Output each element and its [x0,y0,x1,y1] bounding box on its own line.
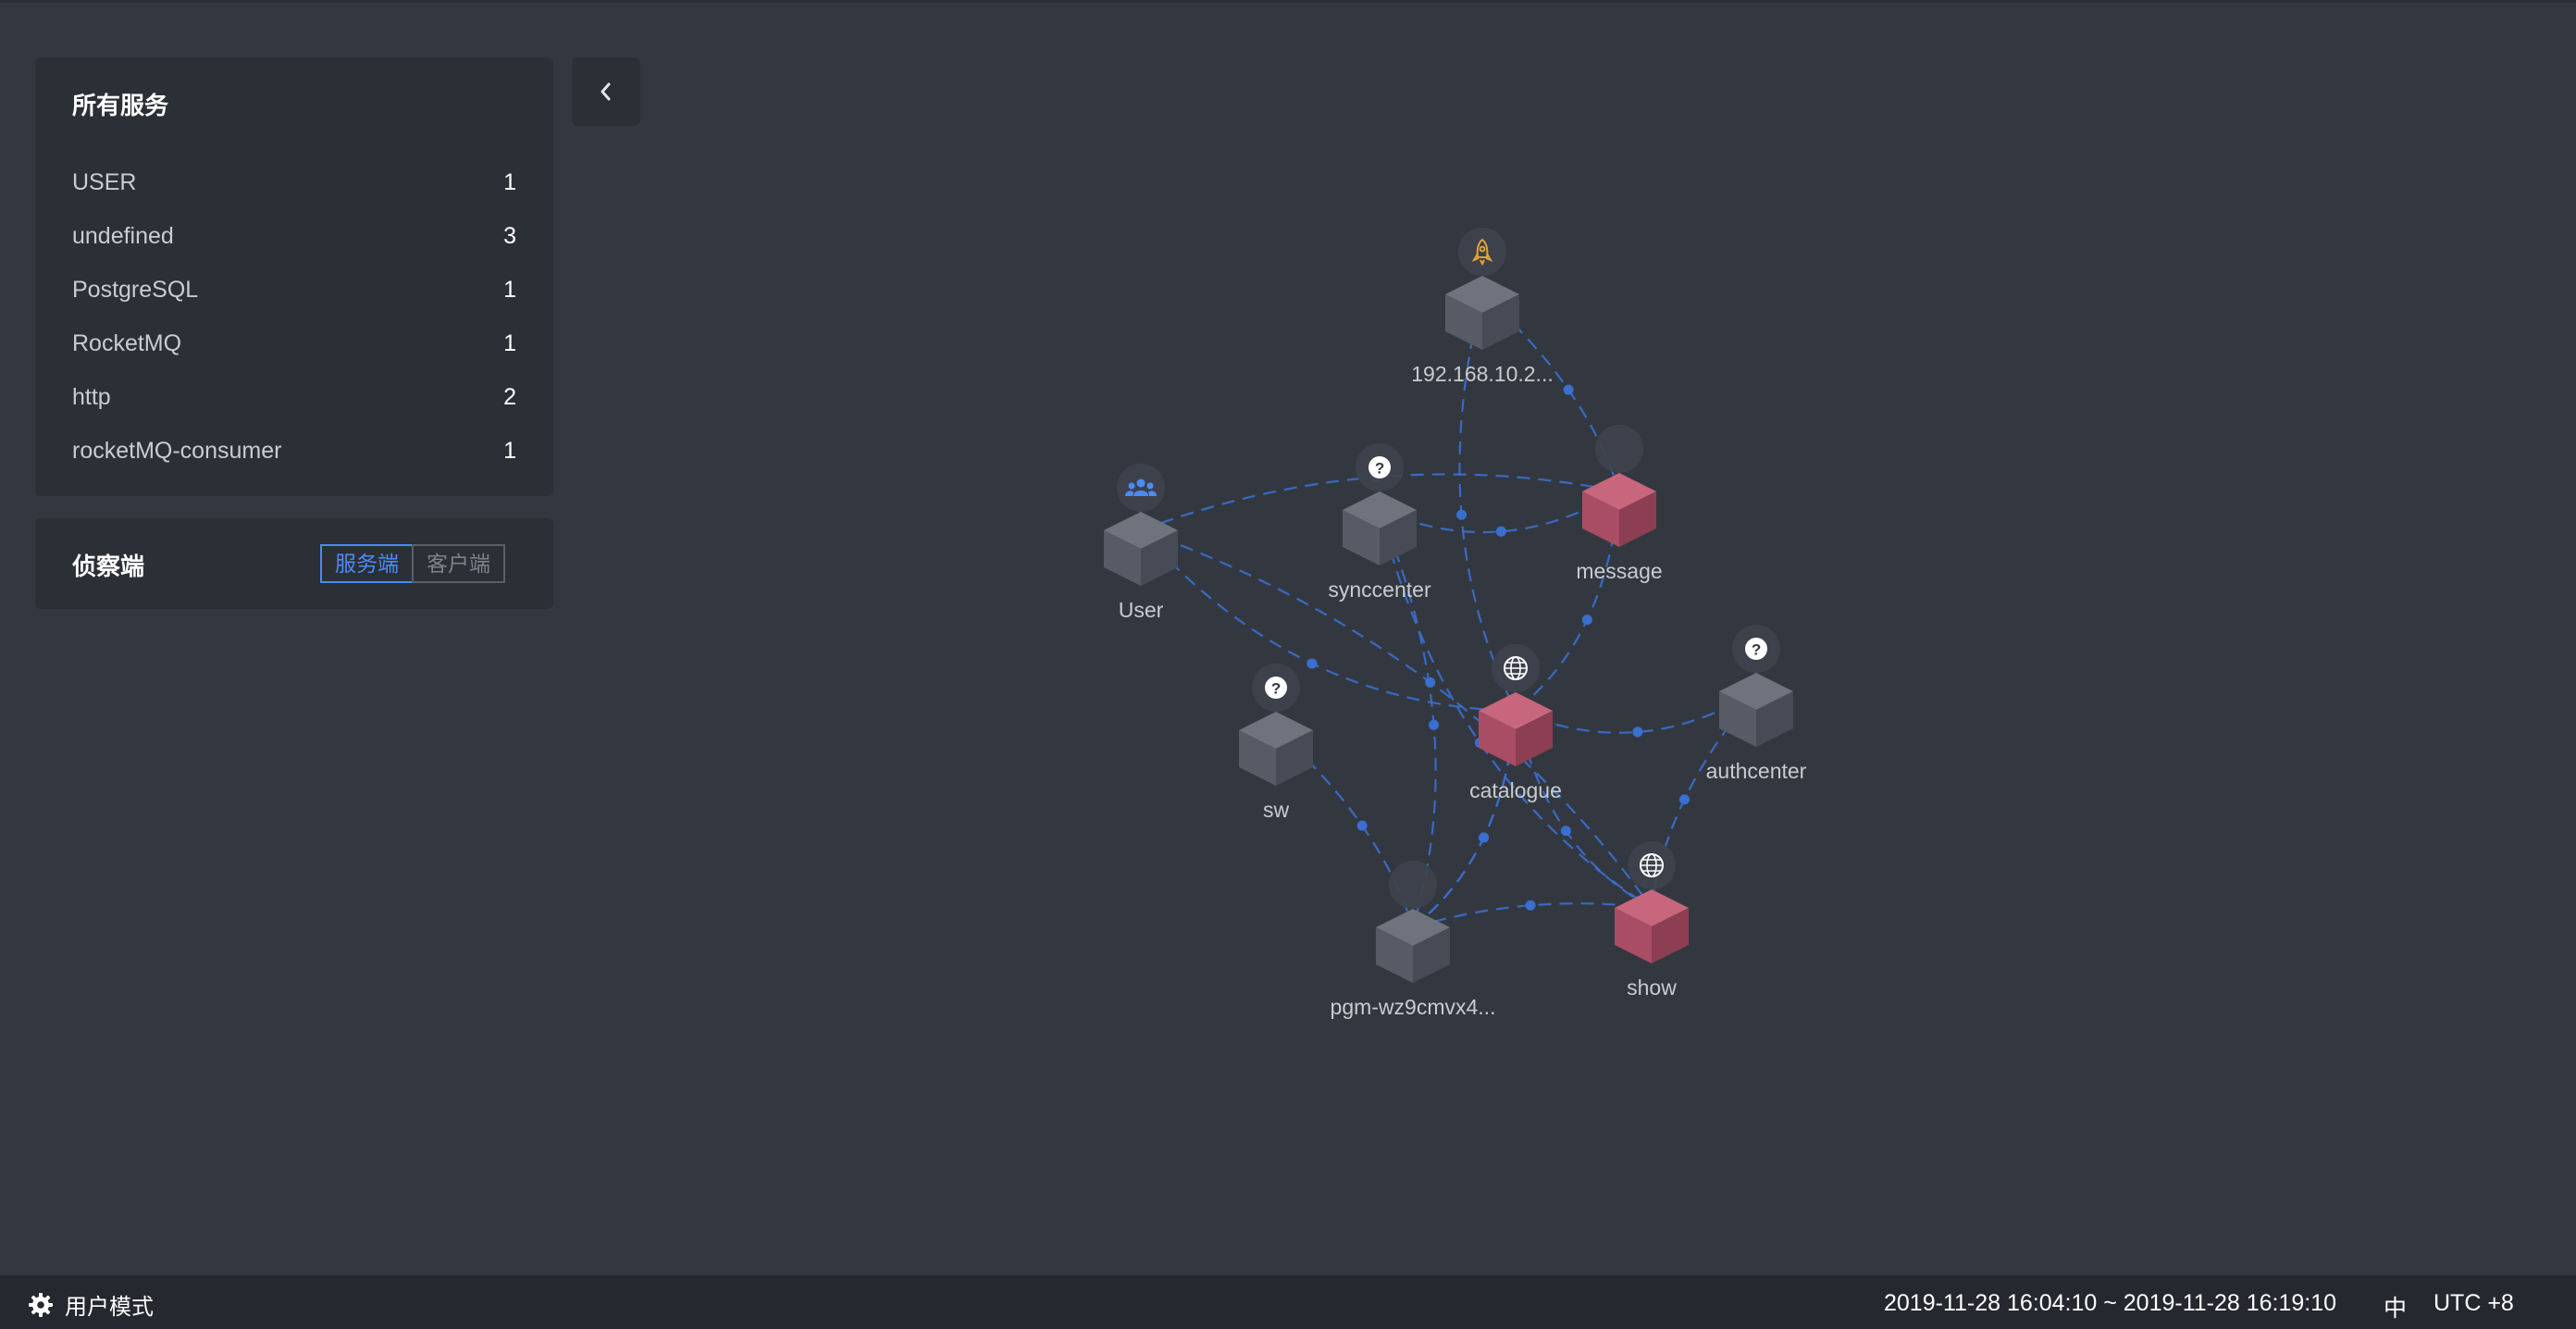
node-label: User [1119,598,1164,622]
nodes-layer: 192.168.10.2... User synccenter message cata… [1104,228,1807,1019]
node-icon-badge [1595,425,1643,473]
edge-midpoint-dot [1560,826,1571,837]
topology-graph: ? 192.168.10.2...Usersynccentermessageca… [1104,228,1807,1019]
node-sw[interactable]: sw [1239,664,1313,822]
edge-midpoint-dot [1429,719,1440,730]
edge-user-catalogue[interactable] [1140,529,1517,713]
node-synccenter[interactable]: synccenter [1328,443,1431,602]
node-ip[interactable]: 192.168.10.2... [1411,228,1554,386]
edge-midpoint-dot [1525,900,1536,911]
edge-midpoint-dot [1307,658,1318,669]
edge-midpoint-dot [1632,727,1643,738]
node-label: pgm-wz9cmvx4... [1331,995,1496,1019]
node-authcenter[interactable]: authcenter [1706,625,1807,783]
edge-midpoint-dot [1479,832,1490,843]
edge-midpoint-dot [1678,794,1690,805]
node-label: show [1627,975,1677,1000]
node-show[interactable]: show [1615,841,1689,1000]
node-label: sw [1263,798,1290,822]
node-message[interactable]: message [1576,425,1663,583]
edge-midpoint-dot [1495,526,1506,537]
gear-icon [29,1292,53,1317]
node-label: synccenter [1328,578,1431,602]
edge-midpoint-dot [1563,384,1574,395]
node-icon-badge [1389,861,1437,909]
question-icon [1265,677,1287,699]
node-icon-badge [1117,464,1165,512]
timezone-selector[interactable]: UTC +8 [2434,1290,2514,1317]
time-range-picker[interactable]: 2019-11-28 16:04:10 ~ 2019-11-28 16:19:1… [1884,1290,2336,1317]
language-switch[interactable]: 中 [2384,1290,2407,1323]
question-icon [1745,638,1767,660]
node-user[interactable]: User [1104,464,1178,622]
edge-midpoint-dot [1456,509,1467,520]
edge-midpoint-dot [1425,677,1436,688]
node-pgm[interactable]: pgm-wz9cmvx4... [1331,861,1496,1019]
edge-midpoint-dot [1356,820,1368,831]
node-label: 192.168.10.2... [1411,362,1553,386]
edges-layer [1140,293,1757,929]
question-icon [1368,456,1391,478]
edge-midpoint-dot [1581,615,1592,626]
node-label: authcenter [1706,759,1807,783]
node-label: message [1576,559,1662,583]
node-catalogue[interactable]: catalogue [1469,644,1562,802]
user-mode-label: 用户模式 [65,1295,154,1320]
user-mode-button[interactable]: 用户模式 [28,1288,154,1321]
node-label: catalogue [1469,778,1562,802]
bottom-status-bar: 用户模式 2019-11-28 16:04:10 ~ 2019-11-28 16… [0,1275,2576,1329]
